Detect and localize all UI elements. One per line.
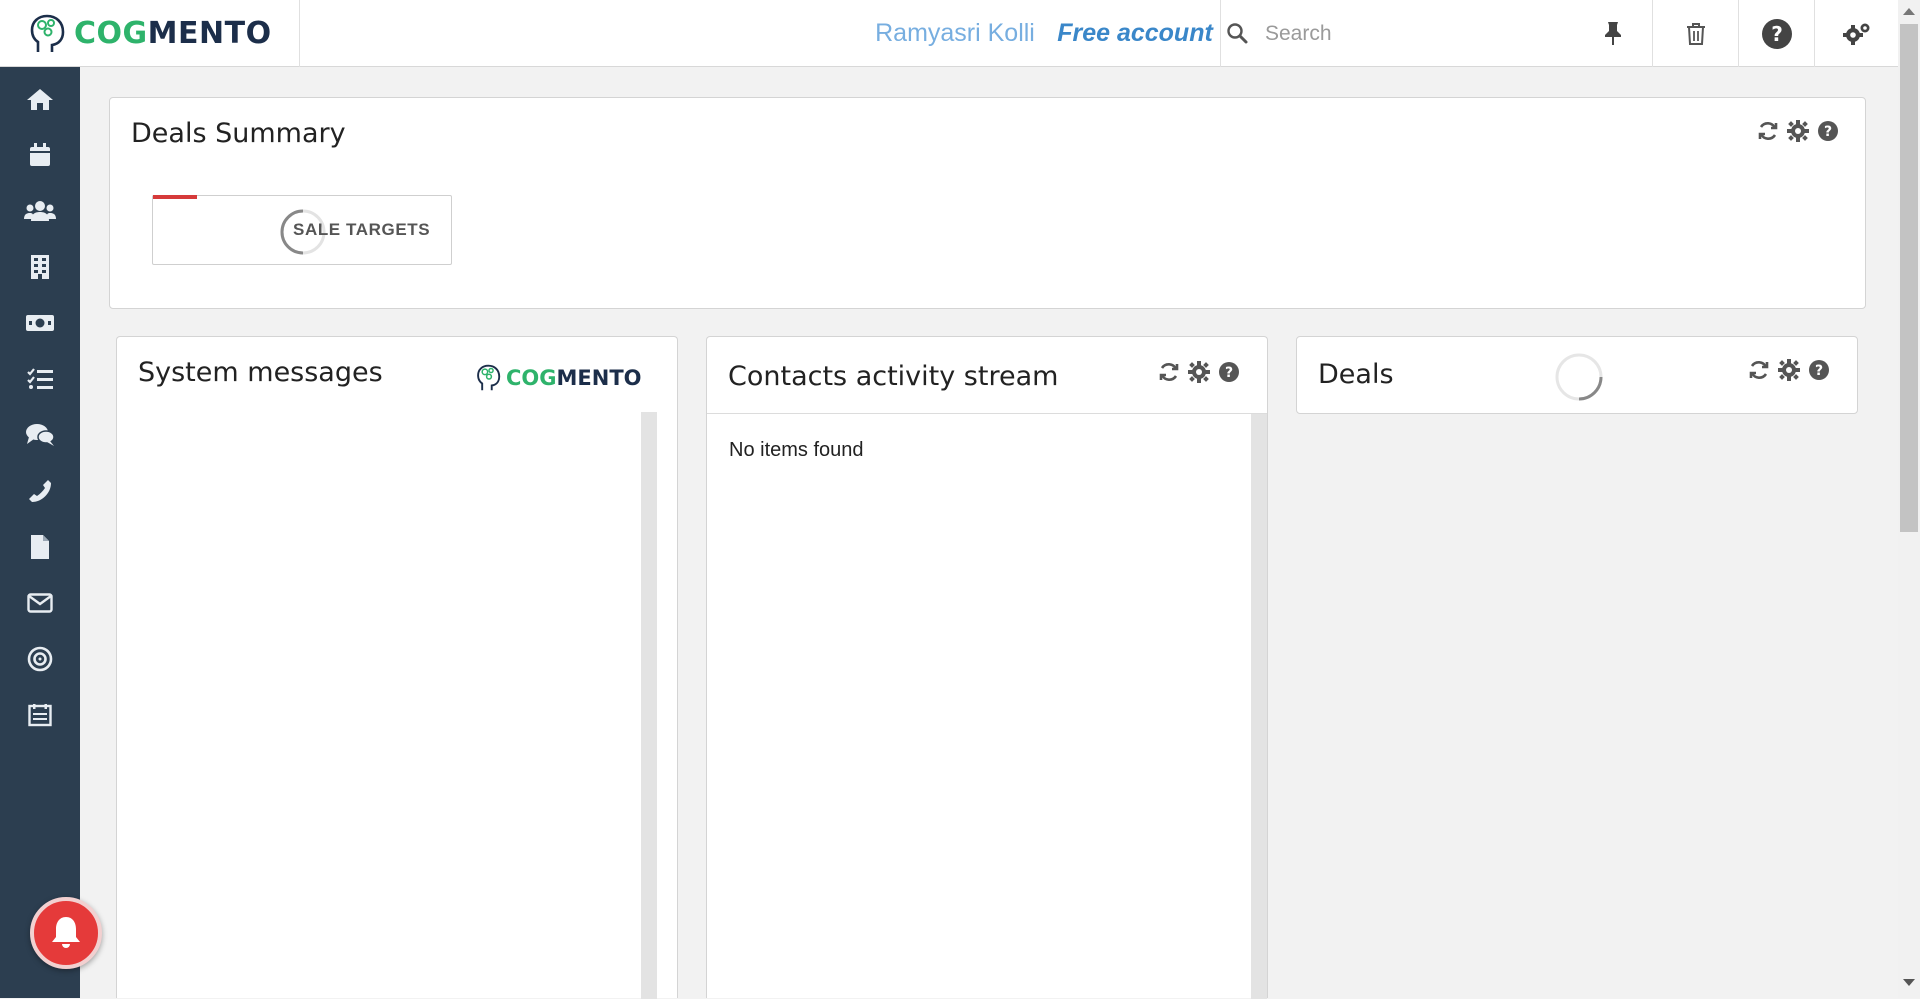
gear-icon[interactable] xyxy=(1778,359,1800,381)
svg-text:?: ? xyxy=(1815,363,1823,379)
sidebar-item-companies[interactable] xyxy=(0,239,80,295)
sale-targets-tile[interactable]: SALE TARGETS xyxy=(152,195,452,265)
sidebar-item-email[interactable] xyxy=(0,575,80,631)
system-messages-panel: System messages COGMENTO xyxy=(116,336,678,999)
sale-targets-label: SALE TARGETS xyxy=(293,220,431,239)
top-navbar: COGMENTO Ramyasri Kolli Free account ? xyxy=(0,0,1898,67)
phone-icon xyxy=(29,480,51,502)
scroll-down-arrow-icon[interactable] xyxy=(1902,978,1916,988)
page-scrollbar[interactable] xyxy=(1898,0,1920,998)
notification-button[interactable] xyxy=(30,897,102,969)
deals-summary-tools: ? xyxy=(1757,120,1839,142)
help-icon[interactable]: ? xyxy=(1808,359,1830,381)
help-icon: ? xyxy=(1761,18,1792,49)
deals-icon xyxy=(26,315,54,331)
deals-tools: ? xyxy=(1748,359,1830,381)
settings-button[interactable] xyxy=(1814,0,1898,67)
gear-icon[interactable] xyxy=(1787,120,1809,142)
brand-logo[interactable]: COGMENTO xyxy=(0,0,300,67)
trash-button[interactable] xyxy=(1652,0,1738,67)
companies-icon xyxy=(31,255,49,279)
brain-head-icon xyxy=(477,364,501,391)
refresh-icon[interactable] xyxy=(1757,120,1779,142)
empty-state-text: No items found xyxy=(729,439,864,461)
loading-spinner xyxy=(1555,353,1603,401)
sale-targets-accent-bar xyxy=(153,195,197,199)
cogmento-logo: COGMENTO xyxy=(475,363,642,393)
page-scrollbar-thumb[interactable] xyxy=(1900,24,1918,532)
deals-summary-title: Deals Summary xyxy=(131,118,346,149)
sidebar-item-documents[interactable] xyxy=(0,519,80,575)
sidebar-item-deals[interactable] xyxy=(0,295,80,351)
cases-icon xyxy=(26,424,55,446)
sidebar-item-calendar[interactable] xyxy=(0,127,80,183)
panel-divider xyxy=(707,413,1267,414)
svg-text:?: ? xyxy=(1225,365,1233,381)
target-icon xyxy=(27,646,53,672)
help-icon[interactable]: ? xyxy=(1817,120,1839,142)
contacts-activity-scrollbar[interactable] xyxy=(1251,414,1267,999)
sidebar-item-forms[interactable] xyxy=(0,687,80,743)
tasks-icon xyxy=(27,368,53,389)
pin-icon[interactable] xyxy=(1601,20,1631,48)
settings-icon xyxy=(1842,23,1869,45)
sidebar xyxy=(0,67,80,998)
logo-wordmark: COGMENTO xyxy=(506,366,642,390)
contacts-activity-title: Contacts activity stream xyxy=(728,361,1059,392)
refresh-icon[interactable] xyxy=(1158,361,1180,383)
sidebar-item-home[interactable] xyxy=(0,71,80,127)
bell-icon xyxy=(52,917,80,948)
logo-wordmark: COGMENTO xyxy=(74,16,272,51)
svg-text:?: ? xyxy=(1824,124,1832,140)
sidebar-item-contacts[interactable] xyxy=(0,183,80,239)
gear-icon[interactable] xyxy=(1188,361,1210,383)
deals-summary-panel: Deals Summary ? SALE TARGETS xyxy=(109,97,1866,309)
deals-title: Deals xyxy=(1318,359,1394,390)
help-button[interactable]: ? xyxy=(1738,0,1814,67)
system-messages-scrollbar[interactable] xyxy=(641,412,657,999)
system-messages-title: System messages xyxy=(138,357,383,388)
sidebar-item-tasks[interactable] xyxy=(0,351,80,407)
forms-icon xyxy=(28,704,52,727)
refresh-icon[interactable] xyxy=(1748,359,1770,381)
contacts-activity-tools: ? xyxy=(1158,361,1240,383)
sidebar-item-cases[interactable] xyxy=(0,407,80,463)
email-icon xyxy=(27,593,53,613)
sidebar-item-campaigns[interactable] xyxy=(0,631,80,687)
deals-panel: Deals ? xyxy=(1296,336,1858,414)
calendar-icon xyxy=(30,143,50,166)
help-icon[interactable]: ? xyxy=(1218,361,1240,383)
sidebar-item-calls[interactable] xyxy=(0,463,80,519)
contacts-icon xyxy=(24,201,56,221)
contacts-activity-panel: Contacts activity stream ? No items foun… xyxy=(706,336,1268,999)
document-icon xyxy=(31,535,49,559)
trash-icon xyxy=(1686,22,1705,45)
search-input[interactable] xyxy=(1263,14,1597,54)
scroll-up-arrow-icon[interactable] xyxy=(1902,6,1916,16)
search-box xyxy=(1220,0,1652,67)
home-icon xyxy=(27,89,53,110)
user-name[interactable]: Ramyasri Kolli xyxy=(870,0,1040,67)
account-type-link[interactable]: Free account xyxy=(1055,0,1215,67)
svg-text:?: ? xyxy=(1771,22,1783,46)
brain-head-icon xyxy=(30,14,65,52)
search-icon xyxy=(1225,21,1249,45)
